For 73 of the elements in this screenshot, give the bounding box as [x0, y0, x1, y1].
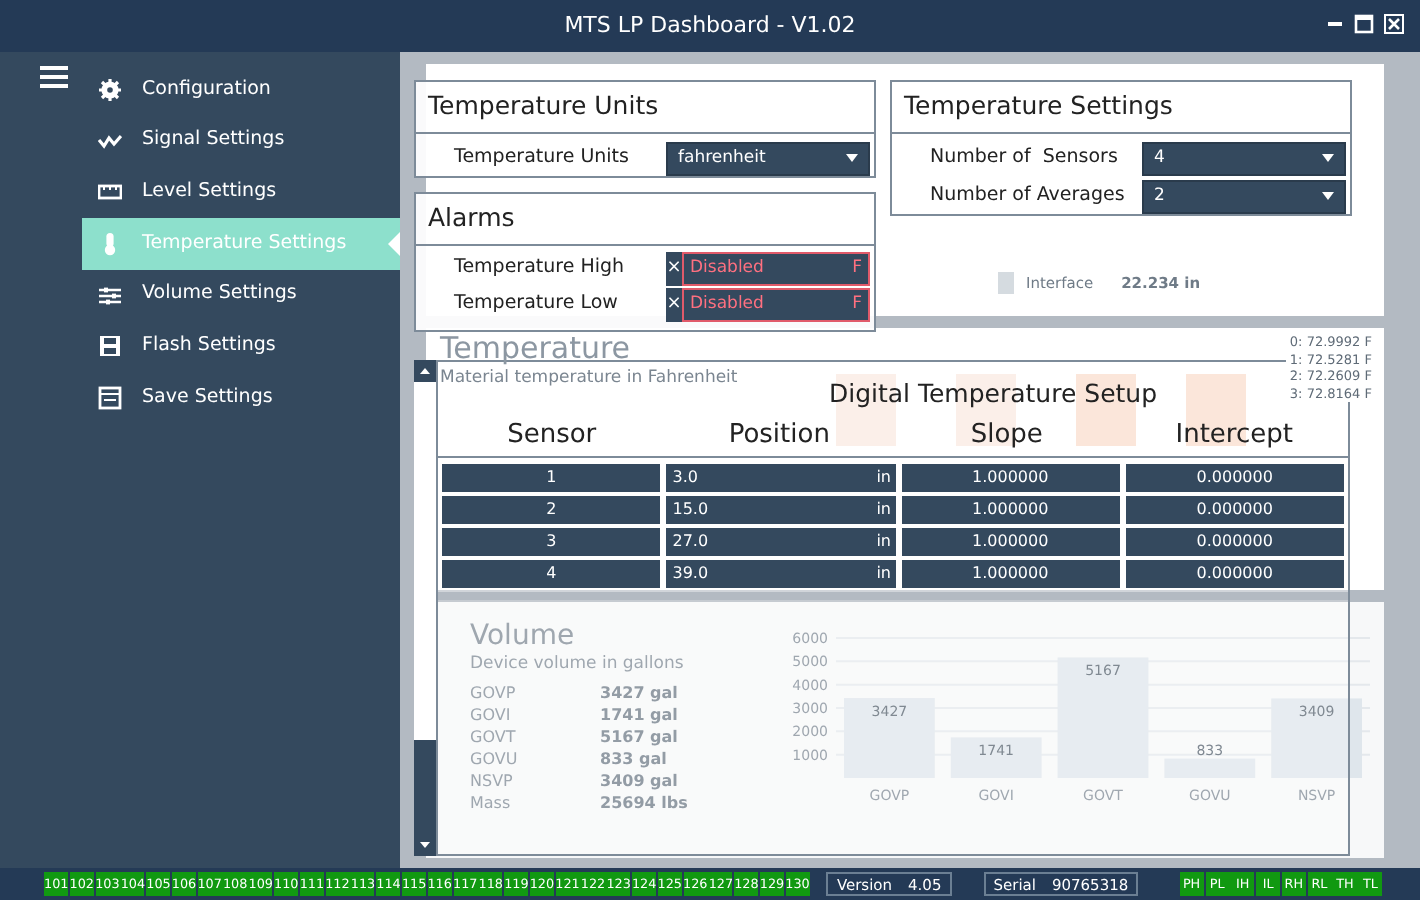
clear-button[interactable]: ×: [666, 251, 682, 286]
scroll-thumb[interactable]: [414, 740, 436, 856]
wave-icon: [98, 129, 122, 154]
slope-field[interactable]: 1.000000: [901, 559, 1120, 587]
position-field[interactable]: 27.0 in: [666, 527, 895, 555]
field-label: Temperature Units: [454, 144, 629, 173]
column-header: Sensor: [505, 418, 599, 454]
sensor-cell: 3: [442, 527, 661, 555]
units-dropdown[interactable]: fahrenheit: [666, 141, 870, 176]
volume-title: Volume: [470, 622, 577, 653]
volume-value: 3427 gal: [600, 682, 678, 705]
sliders-icon: [98, 283, 122, 308]
temperature-subtitle: Material temperature in Fahrenheit: [440, 365, 738, 391]
column-header: Slope: [968, 418, 1045, 454]
position-field[interactable]: 39.0 in: [666, 559, 895, 587]
sensor-cell: 4: [442, 559, 661, 587]
volume-label: GOVU: [470, 748, 520, 771]
field-label: Number of Averages: [930, 182, 1125, 211]
volume-subtitle: Device volume in gallons: [470, 652, 686, 679]
field-label: Number of Sensors: [930, 144, 1118, 173]
scroll-up-icon[interactable]: [414, 360, 436, 382]
volume-label: NSVP: [470, 770, 515, 793]
volume-value: 25694 lbs: [600, 792, 688, 815]
memory-card-icon: [98, 334, 122, 359]
maximize-icon[interactable]: [1354, 14, 1374, 34]
position-field[interactable]: 15.0 in: [666, 495, 895, 523]
panel-title: Digital Temperature Setup: [828, 376, 1158, 412]
column-header: Intercept: [1173, 418, 1295, 454]
sidebar-item[interactable]: Configuration: [82, 64, 400, 116]
volume-label: GOVI: [470, 704, 513, 727]
volume-value: 3409 gal: [600, 770, 678, 793]
form-icon: [98, 385, 122, 410]
temperature-title: Temperature: [440, 332, 633, 365]
count-dropdown[interactable]: 2: [1142, 179, 1346, 214]
intercept-field[interactable]: 0.000000: [1125, 559, 1344, 587]
volume-label: GOVT: [470, 726, 518, 749]
slope-field[interactable]: 1.000000: [901, 463, 1120, 491]
volume-label: GOVP: [470, 682, 518, 705]
intercept-field[interactable]: 0.000000: [1125, 463, 1344, 491]
field-label: Temperature Low: [454, 290, 618, 319]
sensor-cell: 2: [442, 495, 661, 523]
legend-swatch-icon: [998, 272, 1014, 295]
ruler-icon: [98, 180, 122, 205]
slope-field[interactable]: 1.000000: [901, 527, 1120, 555]
column-header: Position: [726, 418, 832, 454]
position-field[interactable]: 3.0 in: [666, 463, 895, 491]
menu-icon[interactable]: [40, 66, 68, 88]
close-icon[interactable]: [1384, 14, 1404, 34]
volume-value: 1741 gal: [600, 704, 678, 727]
sensor-cell: 1: [442, 463, 661, 491]
scroll-track[interactable]: [414, 360, 436, 856]
caret-icon: [1322, 192, 1334, 201]
field-label: Temperature High: [454, 254, 625, 283]
panel-title: Temperature Units: [416, 82, 874, 134]
volume-value: 5167 gal: [600, 726, 678, 749]
caret-icon: [846, 154, 858, 163]
count-dropdown[interactable]: 4: [1142, 141, 1346, 176]
caret-icon: [1322, 154, 1334, 163]
volume-value: 833 gal: [600, 748, 667, 771]
sidebar-item[interactable]: Signal Settings: [82, 115, 400, 167]
panel-title: Alarms: [416, 194, 874, 246]
sidebar-item[interactable]: Save Settings: [82, 372, 400, 424]
clear-button[interactable]: ×: [666, 287, 682, 322]
panel-title: Temperature Settings: [892, 82, 1350, 134]
sidebar-item[interactable]: Volume Settings: [82, 269, 400, 321]
sidebar-item[interactable]: Level Settings: [82, 166, 400, 219]
sidebar-item[interactable]: Flash Settings: [82, 320, 400, 373]
volume-label: Mass: [470, 792, 513, 815]
slope-field[interactable]: 1.000000: [901, 495, 1120, 523]
intercept-field[interactable]: 0.000000: [1125, 527, 1344, 555]
gear-icon: [98, 77, 122, 102]
intercept-field[interactable]: 0.000000: [1125, 495, 1344, 523]
window-title: MTS LP Dashboard - V1.02: [564, 12, 856, 38]
